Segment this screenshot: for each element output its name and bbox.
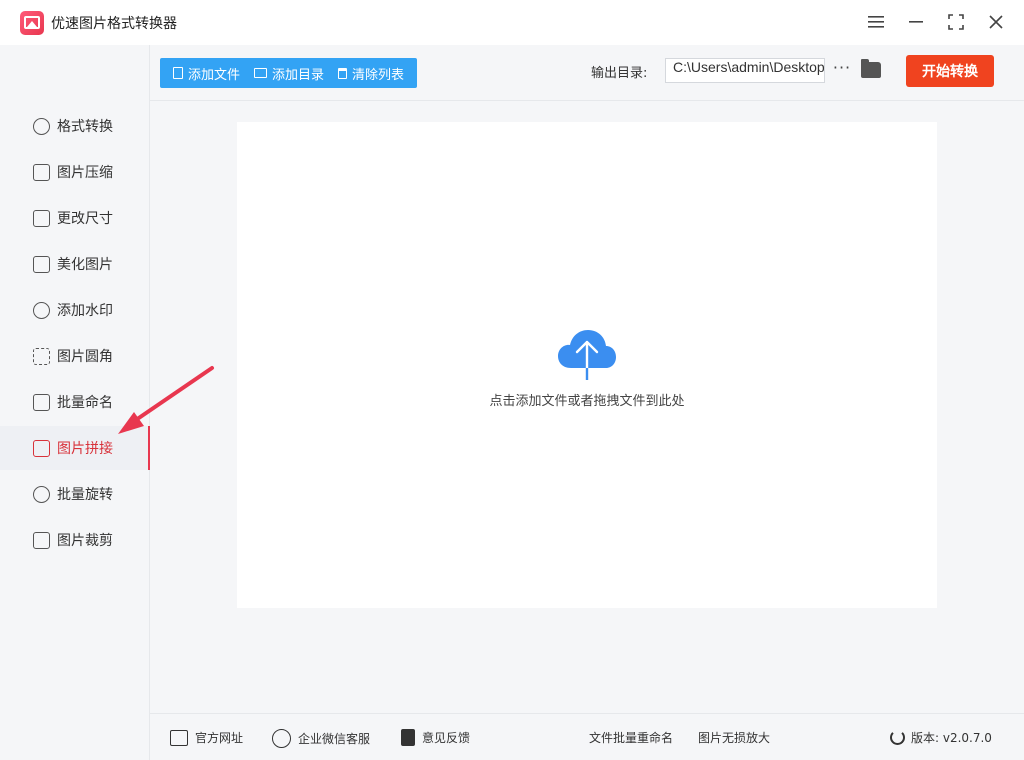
official-website-link[interactable]: 官方网址 — [170, 729, 243, 746]
feedback-link[interactable]: 意见反馈 — [401, 729, 470, 746]
wechat-service-link[interactable]: 企业微信客服 — [272, 729, 370, 748]
minimize-icon[interactable] — [904, 10, 928, 34]
start-convert-button[interactable]: 开始转换 — [906, 55, 994, 87]
maximize-icon[interactable] — [944, 10, 968, 34]
add-folder-label: 添加目录 — [272, 67, 325, 83]
wechat-icon — [272, 729, 291, 748]
file-icon — [173, 67, 183, 79]
toolbar: 添加文件 添加目录 清除列表 输出目录: C:\Users\admin\Desk… — [150, 45, 1024, 101]
footer-bar: 官方网址 企业微信客服 意见反馈 文件批量重命名 图片无损放大 版本: v2.0… — [150, 713, 1024, 760]
stitch-icon — [33, 439, 50, 457]
wechat-service-label: 企业微信客服 — [298, 732, 371, 746]
rounded-corner-icon — [33, 347, 50, 365]
sidebar-item-label: 美化图片 — [57, 257, 113, 273]
folder-icon — [254, 68, 268, 78]
sidebar-item-label: 图片裁剪 — [57, 533, 113, 549]
resize-icon — [33, 209, 50, 227]
menu-icon[interactable] — [864, 10, 888, 34]
official-website-label: 官方网址 — [195, 731, 244, 745]
app-logo-icon — [20, 11, 44, 35]
website-icon — [170, 729, 188, 746]
add-file-button[interactable]: 添加文件 — [166, 58, 247, 88]
clear-list-label: 清除列表 — [352, 67, 405, 83]
cloud-upload-icon — [558, 330, 616, 382]
watermark-icon — [33, 301, 50, 319]
file-button-group: 添加文件 添加目录 清除列表 — [160, 58, 418, 88]
sidebar-item-label: 更改尺寸 — [57, 211, 113, 227]
sidebar-item-label: 添加水印 — [57, 303, 113, 319]
sidebar-item-format-convert[interactable]: 格式转换 — [0, 104, 150, 148]
output-directory-input[interactable]: C:\Users\admin\Desktop — [665, 58, 825, 83]
crop-icon — [33, 531, 50, 549]
sidebar-item-watermark[interactable]: 添加水印 — [0, 288, 150, 332]
beautify-icon — [33, 255, 50, 273]
sidebar-item-resize[interactable]: 更改尺寸 — [0, 196, 150, 240]
sidebar-item-compress[interactable]: 图片压缩 — [0, 150, 150, 194]
sidebar-item-label: 批量旋转 — [57, 487, 113, 503]
app-title: 优速图片格式转换器 — [51, 16, 177, 32]
feedback-icon — [401, 729, 415, 746]
sidebar-item-rotate[interactable]: 批量旋转 — [0, 472, 150, 516]
version-label: 版本: v2.0.7.0 — [911, 731, 992, 745]
sidebar-item-label: 格式转换 — [57, 119, 113, 135]
add-folder-button[interactable]: 添加目录 — [247, 58, 331, 88]
sidebar-item-crop[interactable]: 图片裁剪 — [0, 518, 150, 562]
title-bar: 优速图片格式转换器 — [0, 0, 1024, 45]
lossless-enlarge-link[interactable]: 图片无损放大 — [698, 729, 770, 746]
sidebar-item-label: 图片压缩 — [57, 165, 113, 181]
annotation-arrow-icon — [118, 366, 214, 434]
feedback-label: 意见反馈 — [422, 731, 471, 745]
open-folder-icon[interactable] — [861, 59, 881, 78]
sidebar-item-beautify[interactable]: 美化图片 — [0, 242, 150, 286]
refresh-icon[interactable] — [890, 730, 905, 745]
file-drop-zone[interactable]: 点击添加文件或者拖拽文件到此处 — [237, 122, 937, 608]
batch-rename-link[interactable]: 文件批量重命名 — [589, 729, 673, 746]
trash-icon — [338, 67, 348, 79]
drop-zone-hint: 点击添加文件或者拖拽文件到此处 — [489, 394, 685, 409]
add-file-label: 添加文件 — [188, 67, 241, 83]
rename-icon — [33, 393, 50, 411]
clear-list-button[interactable]: 清除列表 — [331, 58, 411, 88]
close-icon[interactable] — [984, 10, 1008, 34]
version-info: 版本: v2.0.7.0 — [890, 729, 992, 746]
compress-icon — [33, 163, 50, 181]
convert-icon — [33, 117, 50, 135]
output-directory-label: 输出目录: — [591, 66, 648, 81]
rotate-icon — [33, 485, 50, 503]
more-options-button[interactable]: ··· — [832, 58, 852, 82]
